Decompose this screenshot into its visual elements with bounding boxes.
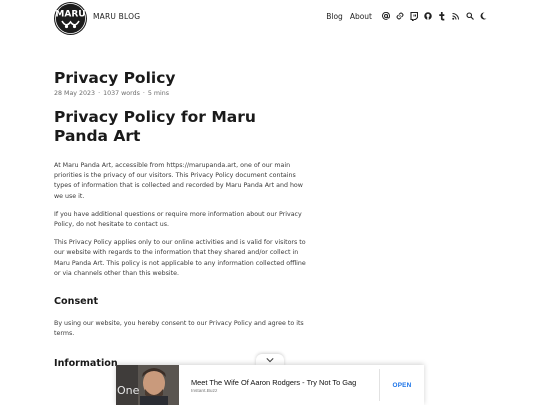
svg-text:One: One bbox=[117, 384, 140, 397]
post-date: 28 May 2023 bbox=[54, 90, 96, 97]
twitch-icon[interactable] bbox=[409, 11, 418, 21]
ad-image: One bbox=[116, 365, 179, 405]
paragraph: This Privacy Policy applies only to our … bbox=[54, 239, 306, 277]
post-meta: 28 May 2023 · 1037 words · 5 mins bbox=[54, 89, 306, 98]
sticky-ad-banner[interactable]: One Meet The Wife Of Aaron Rodgers - Try… bbox=[116, 365, 424, 405]
svg-text:MARU: MARU bbox=[55, 10, 85, 20]
paragraph: If you have additional questions or requ… bbox=[54, 210, 302, 229]
ad-open-button[interactable]: OPEN bbox=[380, 365, 424, 405]
maru-logo-icon: MARU bbox=[55, 3, 86, 34]
nav-about[interactable]: About bbox=[350, 12, 372, 21]
main-nav: Blog About bbox=[326, 11, 488, 21]
meta-separator: · bbox=[142, 90, 145, 97]
rss-icon[interactable] bbox=[451, 11, 460, 21]
paragraph: By using our website, you hereby consent… bbox=[54, 320, 304, 338]
post-word-count: 1037 words bbox=[103, 90, 140, 97]
article-heading: Privacy Policy for Maru Panda Art bbox=[54, 108, 256, 145]
nav-blog[interactable]: Blog bbox=[326, 12, 343, 21]
meta-separator: · bbox=[98, 90, 101, 97]
consent-heading: Consent bbox=[54, 296, 99, 308]
paragraph: At Maru Panda Art, accessible from https… bbox=[54, 162, 303, 200]
page-title: Privacy Policy bbox=[54, 69, 176, 87]
dark-mode-moon-icon[interactable] bbox=[479, 11, 488, 21]
social-icons bbox=[381, 11, 488, 21]
chevron-down-icon bbox=[266, 358, 274, 363]
site-logo[interactable]: MARU bbox=[54, 2, 87, 35]
at-icon[interactable] bbox=[381, 11, 390, 21]
link-icon[interactable] bbox=[395, 11, 404, 21]
post-content: Privacy Policy 28 May 2023 · 1037 words · 5 … bbox=[54, 68, 306, 370]
site-title[interactable]: MARU BLOG bbox=[93, 12, 140, 21]
post-read-time: 5 mins bbox=[147, 90, 170, 97]
ad-headline[interactable]: Meet The Wife Of Aaron Rodgers - Try Not… bbox=[191, 378, 356, 387]
github-icon[interactable] bbox=[423, 11, 432, 21]
site-header: MARU MARU BLOG Blog About bbox=[0, 0, 540, 36]
search-icon[interactable] bbox=[465, 11, 474, 21]
ad-source: Instant.Buzz bbox=[191, 389, 218, 394]
tumblr-icon[interactable] bbox=[437, 11, 446, 21]
